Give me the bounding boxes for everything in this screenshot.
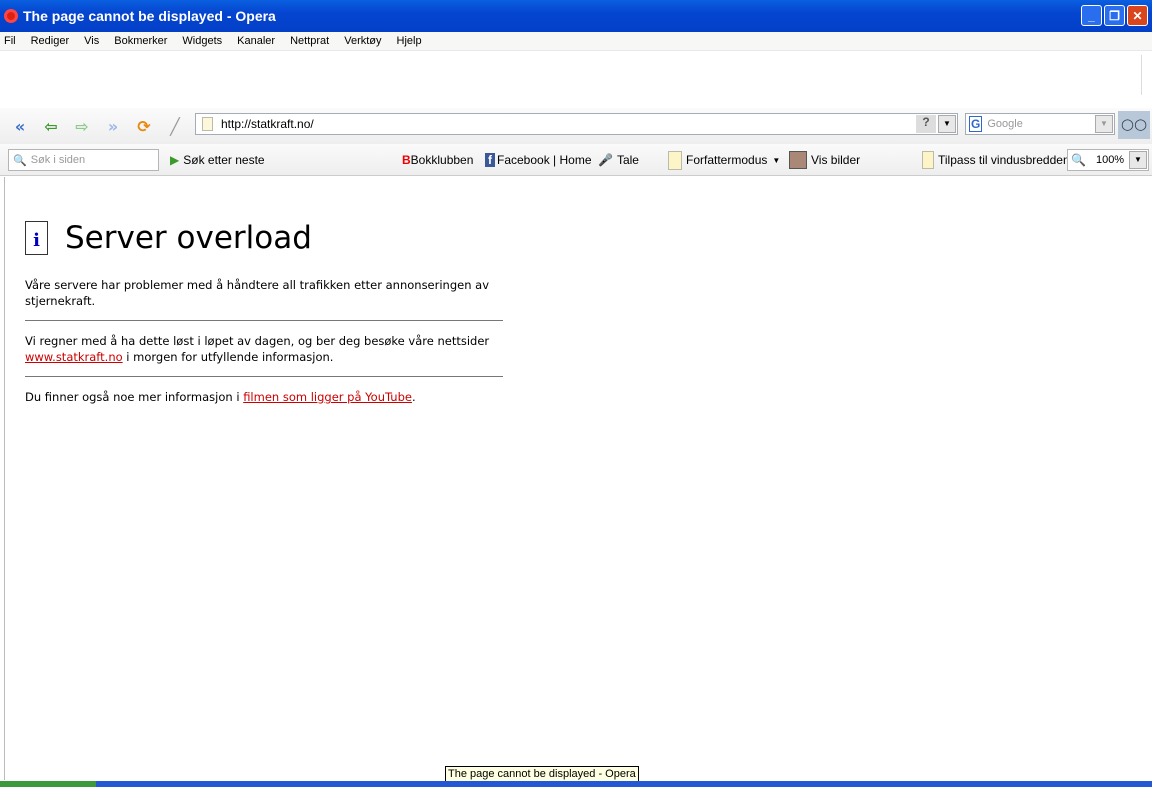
fit-width-icon [922,151,934,169]
page-content: i Server overload Våre servere har probl… [4,177,1152,780]
bokklubben-label: Bokklubben [410,153,474,167]
bokklubben-icon: B [402,153,411,167]
statkraft-link[interactable]: www.statkraft.no [25,350,123,364]
paragraph-2: Vi regner med å ha dette løst i løpet av… [25,333,503,365]
fit-to-width-button[interactable]: Tilpass til vindusbredden [918,149,1070,171]
info-icon: i [25,221,48,255]
address-dropdown[interactable]: ▼ [938,115,956,133]
edit-icon[interactable]: ╱ [163,114,187,138]
search-engine-dropdown[interactable]: ▼ [1095,115,1113,133]
find-placeholder: Søk i siden [30,154,86,166]
bokklubben-button[interactable]: B Bokklubben [402,149,473,171]
youtube-link[interactable]: filmen som ligger på YouTube [243,390,412,404]
menu-widgets[interactable]: Widgets [180,35,224,47]
menu-verktoy[interactable]: Verktøy [342,35,383,47]
zoom-dropdown[interactable]: ▼ [1129,151,1147,169]
fast-forward-icon[interactable]: » [101,114,125,138]
address-url[interactable]: http://statkraft.no/ [221,117,314,131]
speech-icon: 🎤 [598,153,613,167]
speech-button[interactable]: 🎤 Tale [598,149,639,171]
forward-icon[interactable]: ⇨ [70,114,94,138]
page-heading: Server overload [65,220,312,256]
paragraph-1: Våre servere har problemer med å håndter… [25,278,490,308]
minimize-button[interactable]: _ [1081,5,1102,26]
glasses-icon[interactable]: ○○ [1118,111,1150,139]
document-icon [668,150,682,170]
menu-nettprat[interactable]: Nettprat [288,35,331,47]
menu-vis[interactable]: Vis [82,35,101,47]
play-icon: ▶ [170,153,180,167]
zoom-icon: 🔍 [1071,153,1086,167]
start-button[interactable] [0,781,96,787]
search-field[interactable]: G Google ▼ [965,113,1115,135]
taskbar [0,781,1152,787]
author-mode-button[interactable]: Forfattermodus ▼ [668,149,780,171]
search-placeholder: Google [987,118,1023,130]
page-icon [202,117,213,131]
text: . [411,390,416,404]
show-images-button[interactable]: Vis bilder [789,149,860,171]
menu-kanaler[interactable]: Kanaler [235,35,277,47]
window-title: The page cannot be displayed - Opera [23,8,276,24]
rewind-icon[interactable]: « [8,114,32,138]
divider [25,320,503,321]
menu-bar: Fil Rediger Vis Bokmerker Widgets Kanale… [0,32,1152,50]
google-icon: G [969,116,983,132]
divider [25,376,503,377]
find-in-page-input[interactable]: 🔍 Søk i siden [8,149,159,171]
find-next-label: Søk etter neste [183,153,265,167]
fit-to-width-label: Tilpass til vindusbredden [938,153,1070,167]
facebook-button[interactable]: f Facebook | Home [485,149,592,171]
restore-button[interactable]: ❐ [1104,5,1125,26]
back-icon[interactable]: ⇦ [39,114,63,138]
search-icon: 🔍 [13,154,27,167]
text: i morgen for utfyllende informasjon. [122,350,334,364]
show-images-label: Vis bilder [811,153,861,167]
zoom-value: 100% [1095,154,1125,166]
close-button[interactable]: ✕ [1127,5,1148,26]
title-bar: The page cannot be displayed - Opera _ ❐… [0,0,1152,32]
navigation-bar: « ⇦ ⇨ » ⟳ ╱ http://statkraft.no/ ? ▼ G G… [0,108,1152,144]
opera-icon [4,9,18,23]
menu-hjelp[interactable]: Hjelp [395,35,424,47]
image-icon [789,151,807,169]
facebook-label: Facebook | Home [497,153,592,167]
paragraph-3: Du finner også noe mer informasjon i fil… [25,389,503,405]
secondary-toolbar: 🔍 Søk i siden ▶ Søk etter neste B Bokklubbe… [0,144,1152,176]
tooltip: The page cannot be displayed - Opera [445,766,639,782]
reload-icon[interactable]: ⟳ [132,114,156,138]
author-mode-label: Forfattermodus [686,153,768,167]
menu-fil[interactable]: Fil [2,35,18,47]
speech-label: Tale [616,153,639,167]
chevron-down-icon: ▼ [772,155,781,165]
facebook-icon: f [485,153,495,167]
menu-bokmerker[interactable]: Bokmerker [112,35,169,47]
text: Du finner også noe mer informasjon i [25,390,244,404]
menu-rediger[interactable]: Rediger [29,35,72,47]
site-info-icon[interactable]: ? [916,115,936,133]
text: Vi regner med å ha dette løst i løpet av… [25,334,490,348]
zoom-control[interactable]: 🔍 100% ▼ [1067,149,1149,171]
find-next-button[interactable]: ▶ Søk etter neste [170,149,265,171]
empty-toolbar-area [0,50,1152,108]
address-bar[interactable]: http://statkraft.no/ ? ▼ [195,113,958,135]
